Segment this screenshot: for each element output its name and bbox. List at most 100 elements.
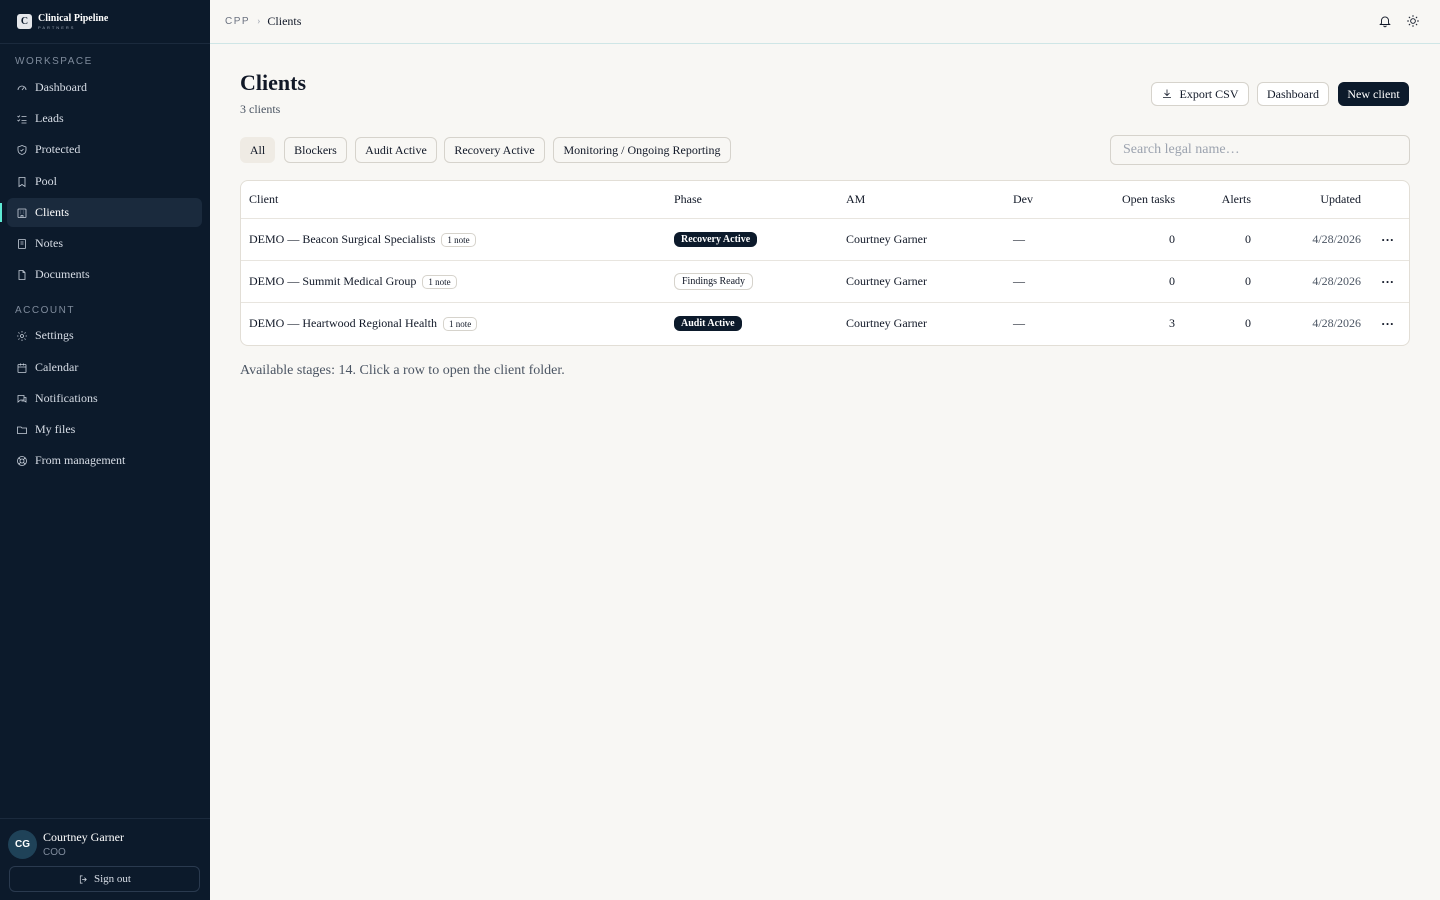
document-icon <box>15 268 28 281</box>
user-name: Courtney Garner <box>43 830 124 844</box>
account-section-label: ACCOUNT <box>15 305 75 316</box>
open-tasks-count: 3 <box>1169 316 1175 330</box>
filter-all[interactable]: All <box>240 137 275 163</box>
column-header-open-tasks[interactable]: Open tasks <box>1101 192 1175 207</box>
gear-icon <box>15 329 28 342</box>
sidebar-item-label: My files <box>35 422 76 436</box>
client-name: DEMO — Beacon Surgical Specialists <box>249 232 436 246</box>
dashboard-button-label: Dashboard <box>1267 86 1319 101</box>
sidebar-item-from-management[interactable]: From management <box>7 446 202 475</box>
filter-blockers[interactable]: Blockers <box>284 137 347 163</box>
row-menu-icon[interactable]: ··· <box>1381 316 1394 332</box>
notebook-icon <box>15 237 28 250</box>
lifebuoy-icon <box>15 454 28 467</box>
download-icon <box>1163 89 1172 98</box>
sidebar-item-label: Notes <box>35 236 63 250</box>
updated-date: 4/28/2026 <box>1312 274 1361 288</box>
dashboard-button[interactable]: Dashboard <box>1257 82 1329 106</box>
column-header-phase[interactable]: Phase <box>674 192 702 207</box>
user-role: COO <box>43 847 66 858</box>
column-header-am[interactable]: AM <box>846 192 865 207</box>
top-bar: CPP › Clients <box>210 0 1440 44</box>
sidebar-item-label: From management <box>35 453 126 467</box>
chevron-right-icon: › <box>257 16 261 27</box>
export-csv-button[interactable]: Export CSV <box>1151 82 1249 106</box>
dev-value: — <box>1013 316 1025 330</box>
row-menu-icon[interactable]: ··· <box>1381 232 1394 248</box>
page-title: Clients <box>240 70 306 95</box>
bookmark-icon <box>15 175 28 188</box>
sidebar-item-leads[interactable]: Leads <box>7 104 202 133</box>
table-row[interactable]: DEMO — Summit Medical Group 1 note Findin… <box>241 260 1409 302</box>
filter-recovery-active[interactable]: Recovery Active <box>444 137 545 163</box>
brand-sub: PARTNERS <box>38 24 76 30</box>
sidebar-item-label: Documents <box>35 267 90 281</box>
updated-date: 4/28/2026 <box>1312 232 1361 246</box>
table-row[interactable]: DEMO — Beacon Surgical Specialists 1 note… <box>241 218 1409 260</box>
phase-badge: Recovery Active <box>674 232 758 247</box>
export-csv-label: Export CSV <box>1179 86 1239 101</box>
alerts-count: 0 <box>1245 316 1251 330</box>
client-count: 3 clients <box>240 102 281 116</box>
brand-name: Clinical Pipeline <box>38 12 109 24</box>
table-footnote: Available stages: 14. Click a row to ope… <box>240 363 565 378</box>
new-client-button[interactable]: New client <box>1338 82 1409 106</box>
sidebar-item-documents[interactable]: Documents <box>7 260 202 289</box>
new-client-label: New client <box>1347 86 1400 101</box>
sign-out-button[interactable]: Sign out <box>9 866 200 892</box>
sidebar-item-protected[interactable]: Protected <box>7 135 202 164</box>
gauge-icon <box>15 81 28 94</box>
sidebar-item-notifications[interactable]: Notifications <box>7 384 202 413</box>
building-icon <box>15 206 28 219</box>
filter-audit-active[interactable]: Audit Active <box>355 137 437 163</box>
sidebar-item-label: Clients <box>35 205 70 219</box>
sun-icon[interactable] <box>1406 14 1420 33</box>
bell-icon[interactable] <box>1378 14 1392 33</box>
note-count-badge: 1 note <box>442 317 478 332</box>
list-check-icon <box>15 112 28 125</box>
client-name: DEMO — Heartwood Regional Health <box>249 316 437 330</box>
phase-badge: Audit Active <box>674 316 742 331</box>
sidebar-item-label: Notifications <box>35 391 98 405</box>
dev-value: — <box>1013 274 1025 288</box>
sidebar-item-label: Pool <box>35 174 58 188</box>
sidebar-item-label: Dashboard <box>35 80 87 94</box>
sidebar-item-label: Leads <box>35 111 64 125</box>
alerts-count: 0 <box>1245 274 1251 288</box>
table-row[interactable]: DEMO — Heartwood Regional Health 1 note A… <box>241 302 1409 344</box>
sidebar-item-dashboard[interactable]: Dashboard <box>7 73 202 102</box>
workspace-section-label: WORKSPACE <box>15 56 93 67</box>
column-header-updated[interactable]: Updated <box>1291 192 1361 207</box>
open-tasks-count: 0 <box>1169 232 1175 246</box>
breadcrumb-current: Clients <box>267 14 302 28</box>
sidebar-item-label: Protected <box>35 142 81 156</box>
shield-icon <box>15 143 28 156</box>
chat-icon <box>15 392 28 405</box>
user-panel: CG Courtney Garner COO Sign out <box>0 818 210 900</box>
updated-date: 4/28/2026 <box>1312 316 1361 330</box>
column-header-alerts[interactable]: Alerts <box>1201 192 1251 207</box>
column-header-dev[interactable]: Dev <box>1013 192 1033 207</box>
client-name: DEMO — Summit Medical Group <box>249 274 417 288</box>
clients-table: Client Phase AM Dev Open tasks Alerts Up… <box>240 180 1410 346</box>
open-tasks-count: 0 <box>1169 274 1175 288</box>
search-input[interactable] <box>1110 135 1410 165</box>
sidebar: C Clinical Pipeline PARTNERS WORKSPACE D… <box>0 0 210 900</box>
dev-value: — <box>1013 232 1025 246</box>
sidebar-item-settings[interactable]: Settings <box>7 321 202 350</box>
sidebar-item-notes[interactable]: Notes <box>7 229 202 258</box>
avatar[interactable]: CG <box>8 830 37 859</box>
sidebar-item-calendar[interactable]: Calendar <box>7 353 202 382</box>
sidebar-item-pool[interactable]: Pool <box>7 167 202 196</box>
filter-monitoring[interactable]: Monitoring / Ongoing Reporting <box>553 137 731 163</box>
sidebar-item-clients[interactable]: Clients <box>0 198 202 227</box>
row-menu-icon[interactable]: ··· <box>1381 274 1394 290</box>
brand-logo: C <box>17 14 32 29</box>
folder-icon <box>15 423 28 436</box>
sign-out-label: Sign out <box>94 873 131 885</box>
sidebar-item-my-files[interactable]: My files <box>7 415 202 444</box>
sign-out-icon <box>79 874 87 884</box>
brand[interactable]: C Clinical Pipeline PARTNERS <box>0 0 210 44</box>
column-header-client[interactable]: Client <box>249 192 278 207</box>
breadcrumb-root[interactable]: CPP <box>225 16 250 27</box>
